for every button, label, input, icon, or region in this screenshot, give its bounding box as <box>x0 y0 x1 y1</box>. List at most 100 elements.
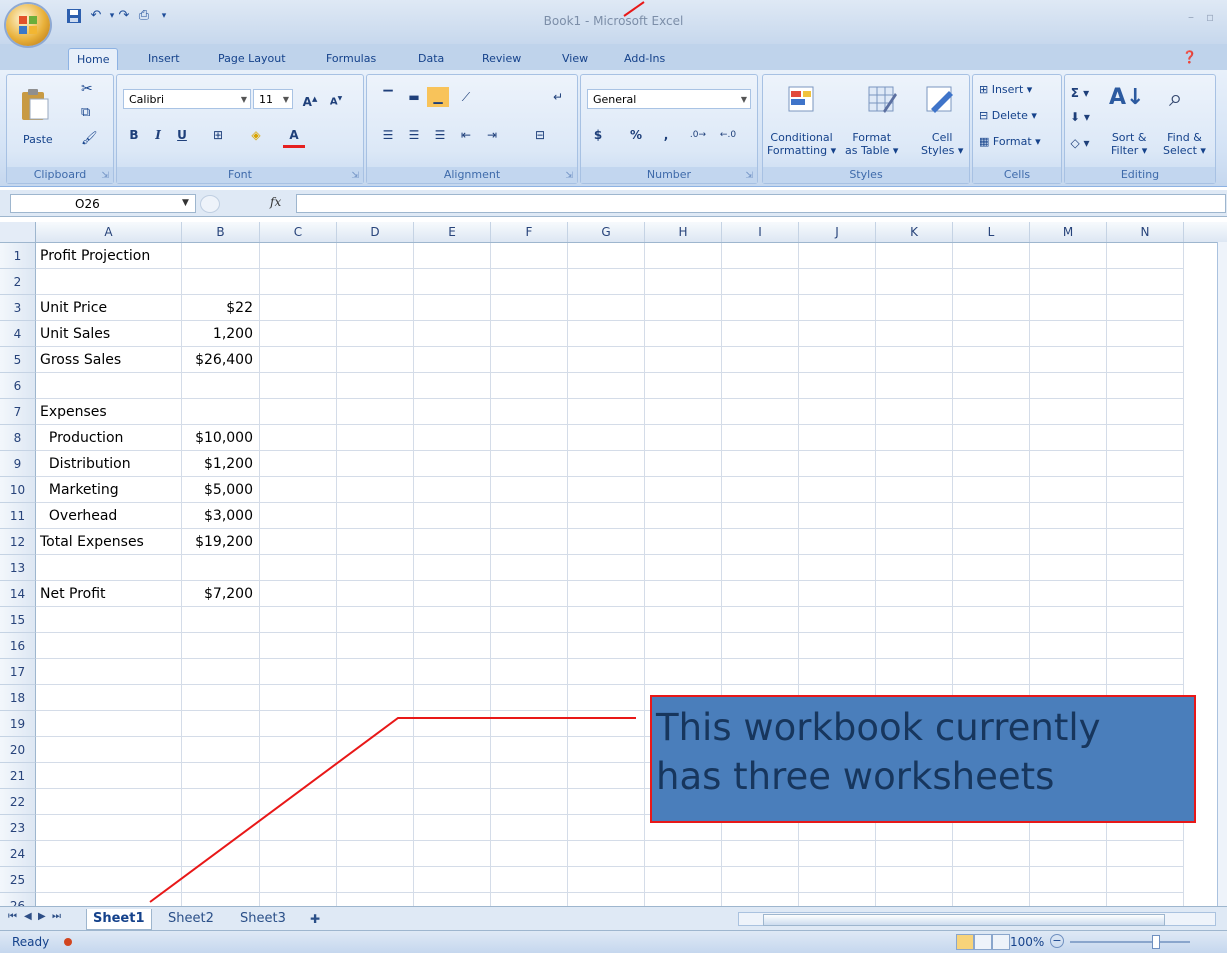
cell-n13[interactable] <box>1107 555 1184 581</box>
cell-g25[interactable] <box>568 867 645 893</box>
select-all-corner[interactable] <box>0 222 36 242</box>
cell-b6[interactable] <box>182 373 260 399</box>
cell-i24[interactable] <box>722 841 799 867</box>
cell-a10[interactable]: Marketing <box>36 477 182 503</box>
cell-c25[interactable] <box>260 867 337 893</box>
row-header[interactable]: 24 <box>0 841 36 867</box>
cell-e22[interactable] <box>414 789 491 815</box>
cell-c22[interactable] <box>260 789 337 815</box>
cell-d10[interactable] <box>337 477 414 503</box>
cell-a20[interactable] <box>36 737 182 763</box>
number-launcher-icon[interactable]: ⇲ <box>745 171 753 181</box>
cell-j3[interactable] <box>799 295 876 321</box>
cell-k3[interactable] <box>876 295 953 321</box>
first-sheet-icon[interactable]: ⏮ <box>8 911 17 922</box>
cell-d9[interactable] <box>337 451 414 477</box>
cell-l9[interactable] <box>953 451 1030 477</box>
cell-m10[interactable] <box>1030 477 1107 503</box>
cell-f8[interactable] <box>491 425 568 451</box>
cell-j2[interactable] <box>799 269 876 295</box>
clear-icon[interactable]: ◇ ▾ <box>1069 133 1091 153</box>
cell-b26[interactable] <box>182 893 260 906</box>
cell-h17[interactable] <box>645 659 722 685</box>
cell-c26[interactable] <box>260 893 337 906</box>
cell-j11[interactable] <box>799 503 876 529</box>
cell-d12[interactable] <box>337 529 414 555</box>
cell-k2[interactable] <box>876 269 953 295</box>
cell-k11[interactable] <box>876 503 953 529</box>
cell-d8[interactable] <box>337 425 414 451</box>
bold-icon[interactable]: B <box>123 125 145 145</box>
row-header[interactable]: 10 <box>0 477 36 503</box>
cell-j13[interactable] <box>799 555 876 581</box>
cell-b14[interactable]: $7,200 <box>182 581 260 607</box>
cell-c11[interactable] <box>260 503 337 529</box>
cell-f22[interactable] <box>491 789 568 815</box>
cell-g24[interactable] <box>568 841 645 867</box>
cell-d19[interactable] <box>337 711 414 737</box>
cell-m1[interactable] <box>1030 243 1107 269</box>
cell-n17[interactable] <box>1107 659 1184 685</box>
cell-j9[interactable] <box>799 451 876 477</box>
cell-n11[interactable] <box>1107 503 1184 529</box>
cell-d22[interactable] <box>337 789 414 815</box>
cell-l24[interactable] <box>953 841 1030 867</box>
column-header-n[interactable]: N <box>1107 222 1184 242</box>
cell-n3[interactable] <box>1107 295 1184 321</box>
cell-i13[interactable] <box>722 555 799 581</box>
increase-decimal-icon[interactable]: .0→ <box>687 125 709 145</box>
page-break-view-icon[interactable] <box>992 934 1010 950</box>
tab-home[interactable]: Home <box>68 48 119 71</box>
cell-n26[interactable] <box>1107 893 1184 906</box>
cell-n6[interactable] <box>1107 373 1184 399</box>
cell-g15[interactable] <box>568 607 645 633</box>
cell-n16[interactable] <box>1107 633 1184 659</box>
format-cells-button[interactable]: ▦ Format ▾ <box>979 135 1041 148</box>
paste-icon[interactable] <box>19 87 51 120</box>
cell-g20[interactable] <box>568 737 645 763</box>
cell-k24[interactable] <box>876 841 953 867</box>
cell-n8[interactable] <box>1107 425 1184 451</box>
cell-d13[interactable] <box>337 555 414 581</box>
cell-a25[interactable] <box>36 867 182 893</box>
cell-j6[interactable] <box>799 373 876 399</box>
column-header-d[interactable]: D <box>337 222 414 242</box>
cell-m24[interactable] <box>1030 841 1107 867</box>
cell-g12[interactable] <box>568 529 645 555</box>
cell-f12[interactable] <box>491 529 568 555</box>
cell-m7[interactable] <box>1030 399 1107 425</box>
cell-c7[interactable] <box>260 399 337 425</box>
column-header-i[interactable]: I <box>722 222 799 242</box>
cell-d4[interactable] <box>337 321 414 347</box>
vertical-scrollbar[interactable] <box>1217 242 1227 906</box>
cell-e9[interactable] <box>414 451 491 477</box>
orientation-icon[interactable]: ⟋ <box>455 87 477 107</box>
cell-i3[interactable] <box>722 295 799 321</box>
column-header-a[interactable]: A <box>36 222 182 242</box>
cell-n10[interactable] <box>1107 477 1184 503</box>
cell-m4[interactable] <box>1030 321 1107 347</box>
cell-d15[interactable] <box>337 607 414 633</box>
cell-c1[interactable] <box>260 243 337 269</box>
insert-function-icon[interactable]: fx <box>270 195 281 209</box>
align-center-icon[interactable]: ☰ <box>403 125 425 145</box>
cell-c18[interactable] <box>260 685 337 711</box>
format-as-table-button[interactable]: Format as Table ▾ <box>845 131 898 157</box>
cell-f14[interactable] <box>491 581 568 607</box>
tab-view[interactable]: View <box>554 48 596 70</box>
cell-h1[interactable] <box>645 243 722 269</box>
cell-m3[interactable] <box>1030 295 1107 321</box>
cell-e26[interactable] <box>414 893 491 906</box>
cell-a7[interactable]: Expenses <box>36 399 182 425</box>
cell-l26[interactable] <box>953 893 1030 906</box>
cell-k9[interactable] <box>876 451 953 477</box>
cell-k1[interactable] <box>876 243 953 269</box>
cell-n12[interactable] <box>1107 529 1184 555</box>
cell-h14[interactable] <box>645 581 722 607</box>
cell-e21[interactable] <box>414 763 491 789</box>
zoom-out-icon[interactable]: − <box>1050 934 1064 948</box>
conditional-formatting-button[interactable]: Conditional Formatting ▾ <box>767 131 836 157</box>
zoom-slider-thumb[interactable] <box>1152 935 1160 949</box>
cell-f10[interactable] <box>491 477 568 503</box>
cell-c19[interactable] <box>260 711 337 737</box>
